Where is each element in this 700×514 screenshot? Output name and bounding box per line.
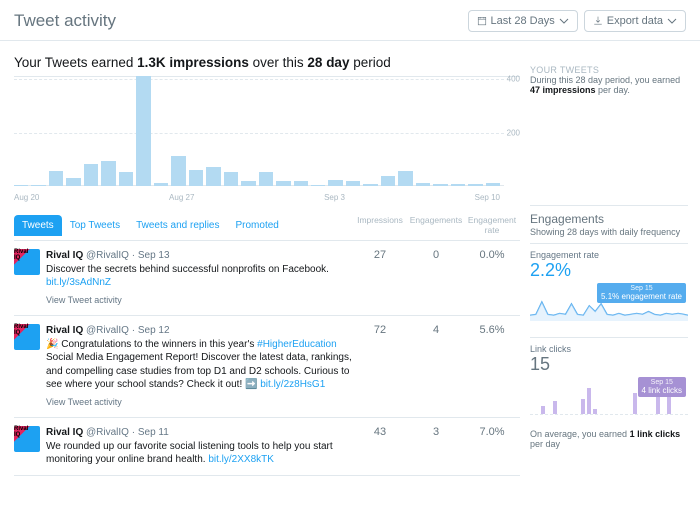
calendar-icon <box>477 16 487 26</box>
chevron-down-icon <box>559 16 569 26</box>
col-impressions: Impressions <box>352 210 408 240</box>
export-label: Export data <box>607 15 663 27</box>
tweet-link[interactable]: bit.ly/2z8HsG1 <box>260 379 325 390</box>
chart-bar[interactable] <box>171 156 185 186</box>
tweet-impressions: 27 <box>352 249 408 307</box>
tweet-meta: Rival IQ @RivalIQ · Sep 11 <box>46 426 352 440</box>
chart-bar[interactable] <box>416 183 430 186</box>
chart-bar[interactable] <box>154 183 168 186</box>
chart-bar[interactable] <box>363 184 377 186</box>
engagement-rate-spark[interactable]: Sep 15 5.1% engagement rate <box>530 283 688 331</box>
xtick: Aug 20 <box>14 193 39 202</box>
tab-promoted[interactable]: Promoted <box>227 215 286 236</box>
tweet-text: 🎉 Congratulations to the winners in this… <box>46 338 352 392</box>
chart-bar[interactable] <box>451 184 465 186</box>
link-clicks-spark[interactable]: Sep 15 4 link clicks <box>530 377 688 425</box>
your-tweets-text: During this 28 day period, you earned 47… <box>530 75 688 95</box>
link-clicks-footer: On average, you earned 1 link clicks per… <box>530 429 688 449</box>
tweet-rate: 0.0% <box>464 249 520 307</box>
engagements-sub: Showing 28 days with daily frequency <box>530 227 688 237</box>
tab-tweets[interactable]: Tweets <box>14 215 62 236</box>
page-title: Tweet activity <box>14 11 116 31</box>
chart-bar[interactable] <box>276 181 290 187</box>
tweet-row[interactable]: Rival IQ @RivalIQ · Sep 12🎉 Congratulati… <box>14 316 520 418</box>
chart-bar[interactable] <box>398 171 412 186</box>
col-engagement-rate: Engagement rate <box>464 210 520 240</box>
ytick: 200 <box>507 129 520 138</box>
tweet-row[interactable]: Rival IQ @RivalIQ · Sep 13Discover the s… <box>14 241 520 316</box>
chart-bar[interactable] <box>136 76 150 186</box>
your-tweets-label: YOUR TWEETS <box>530 65 688 75</box>
chart-bar[interactable] <box>381 176 395 186</box>
link-clicks-label: Link clicks <box>530 344 688 354</box>
tab-tweets-replies[interactable]: Tweets and replies <box>128 215 227 236</box>
link-clicks-value: 15 <box>530 354 688 375</box>
chevron-down-icon <box>667 16 677 26</box>
chart-bar[interactable] <box>294 181 308 187</box>
tweet-link[interactable]: bit.ly/2XX8kTK <box>208 454 274 465</box>
spark-bar[interactable] <box>541 406 545 414</box>
tweet-row[interactable]: Rival IQ @RivalIQ · Sep 11We rounded up … <box>14 418 520 476</box>
view-tweet-activity[interactable]: View Tweet activity <box>46 294 122 306</box>
chart-bar[interactable] <box>311 185 325 186</box>
view-tweet-activity[interactable]: View Tweet activity <box>46 396 122 408</box>
spark-bar[interactable] <box>581 399 585 414</box>
avatar <box>14 324 40 350</box>
tweet-text: We rounded up our favorite social listen… <box>46 440 352 467</box>
chart-bar[interactable] <box>14 185 28 186</box>
spark-bar[interactable] <box>587 388 591 414</box>
tweet-text: Discover the secrets behind successful n… <box>46 263 352 290</box>
chart-bar[interactable] <box>49 171 63 186</box>
download-icon <box>593 16 603 26</box>
tab-top-tweets[interactable]: Top Tweets <box>62 215 128 236</box>
tweet-rate: 5.6% <box>464 324 520 409</box>
chart-bar[interactable] <box>328 180 342 186</box>
chart-bar[interactable] <box>224 172 238 186</box>
ytick: 400 <box>507 75 520 84</box>
xtick: Aug 27 <box>169 193 194 202</box>
spark-bar[interactable] <box>593 409 597 414</box>
rate-tooltip: Sep 15 5.1% engagement rate <box>597 283 686 303</box>
header-buttons: Last 28 Days Export data <box>468 10 686 32</box>
engagements-title: Engagements <box>530 212 688 226</box>
tweet-rate: 7.0% <box>464 426 520 467</box>
export-button[interactable]: Export data <box>584 10 686 32</box>
chart-bar[interactable] <box>66 178 80 186</box>
avatar <box>14 249 40 275</box>
tweet-impressions: 72 <box>352 324 408 409</box>
tweet-impressions: 43 <box>352 426 408 467</box>
chart-bar[interactable] <box>101 161 115 186</box>
chart-bar[interactable] <box>241 181 255 186</box>
chart-bar[interactable] <box>31 185 45 186</box>
avatar <box>14 426 40 452</box>
xtick: Sep 10 <box>475 193 500 202</box>
date-range-label: Last 28 Days <box>491 15 555 27</box>
tweet-engagements: 0 <box>408 249 464 307</box>
tweet-engagements: 3 <box>408 426 464 467</box>
chart-bar[interactable] <box>189 170 203 187</box>
impressions-chart[interactable]: 400 200 Aug 20 Aug 27 Sep 3 Sep 10 <box>14 76 520 202</box>
tweet-meta: Rival IQ @RivalIQ · Sep 13 <box>46 249 352 263</box>
headline: Your Tweets earned 1.3K impressions over… <box>14 55 520 70</box>
tweet-engagements: 4 <box>408 324 464 409</box>
tweet-link[interactable]: bit.ly/3sAdNnZ <box>46 277 111 288</box>
xtick: Sep 3 <box>324 193 345 202</box>
tweet-meta: Rival IQ @RivalIQ · Sep 12 <box>46 324 352 338</box>
chart-bar[interactable] <box>206 167 220 186</box>
chart-bar[interactable] <box>119 172 133 186</box>
clicks-tooltip: Sep 15 4 link clicks <box>638 377 686 397</box>
chart-bar[interactable] <box>486 183 500 186</box>
chart-bar[interactable] <box>346 181 360 186</box>
spark-bar[interactable] <box>553 401 557 414</box>
engagement-rate-value: 2.2% <box>530 260 688 281</box>
tabs: Tweets Top Tweets Tweets and replies Pro… <box>14 210 520 241</box>
chart-bar[interactable] <box>468 184 482 186</box>
engagement-rate-label: Engagement rate <box>530 250 688 260</box>
spark-bar[interactable] <box>633 393 637 414</box>
chart-bar[interactable] <box>84 164 98 186</box>
chart-bar[interactable] <box>433 184 447 186</box>
chart-bar[interactable] <box>259 172 273 186</box>
col-engagements: Engagements <box>408 210 464 240</box>
date-range-button[interactable]: Last 28 Days <box>468 10 578 32</box>
